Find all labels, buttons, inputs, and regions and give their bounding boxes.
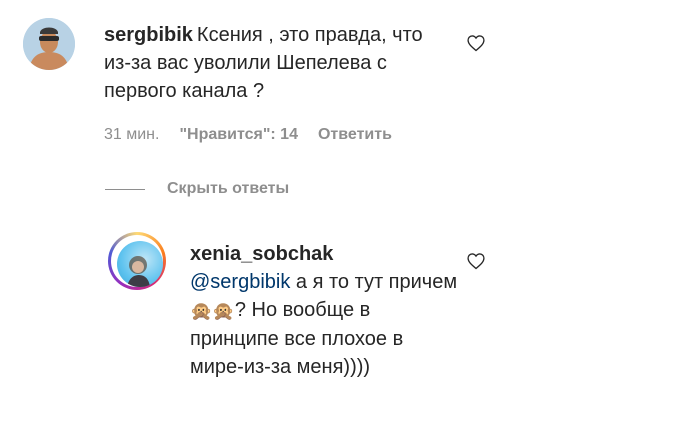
hide-replies-label: Скрыть ответы <box>167 180 290 197</box>
reply-button[interactable]: Ответить <box>318 126 392 144</box>
heart-icon[interactable] <box>466 251 486 271</box>
reply-body: xenia_sobchak @sergbibik а я то тут прич… <box>190 240 460 381</box>
comment-time[interactable]: 31 мин. <box>104 126 159 144</box>
reply-mention[interactable]: @sergbibik <box>190 271 290 293</box>
reply-username[interactable]: xenia_sobchak <box>190 243 333 265</box>
avatar-sergbibik[interactable] <box>23 18 75 70</box>
avatar-xenia-sobchak[interactable] <box>108 232 166 290</box>
comment-meta: 31 мин. "Нравится": 14 Ответить <box>104 126 392 144</box>
divider-line <box>105 188 145 190</box>
comment-likes[interactable]: "Нравится": 14 <box>179 126 298 144</box>
avatar-image <box>117 241 163 287</box>
comment-body: sergbibik Ксения , это правда, что из-за … <box>104 21 434 105</box>
heart-icon[interactable] <box>466 33 486 53</box>
reply-text-before: а я то тут причем <box>290 271 458 293</box>
hide-replies-button[interactable]: Скрыть ответы <box>105 180 289 198</box>
avatar-image <box>23 18 75 70</box>
monkey-emoji-1: 🙊 <box>190 300 213 321</box>
comment-username[interactable]: sergbibik <box>104 24 193 46</box>
monkey-emoji-2: 🙊 <box>212 300 235 321</box>
